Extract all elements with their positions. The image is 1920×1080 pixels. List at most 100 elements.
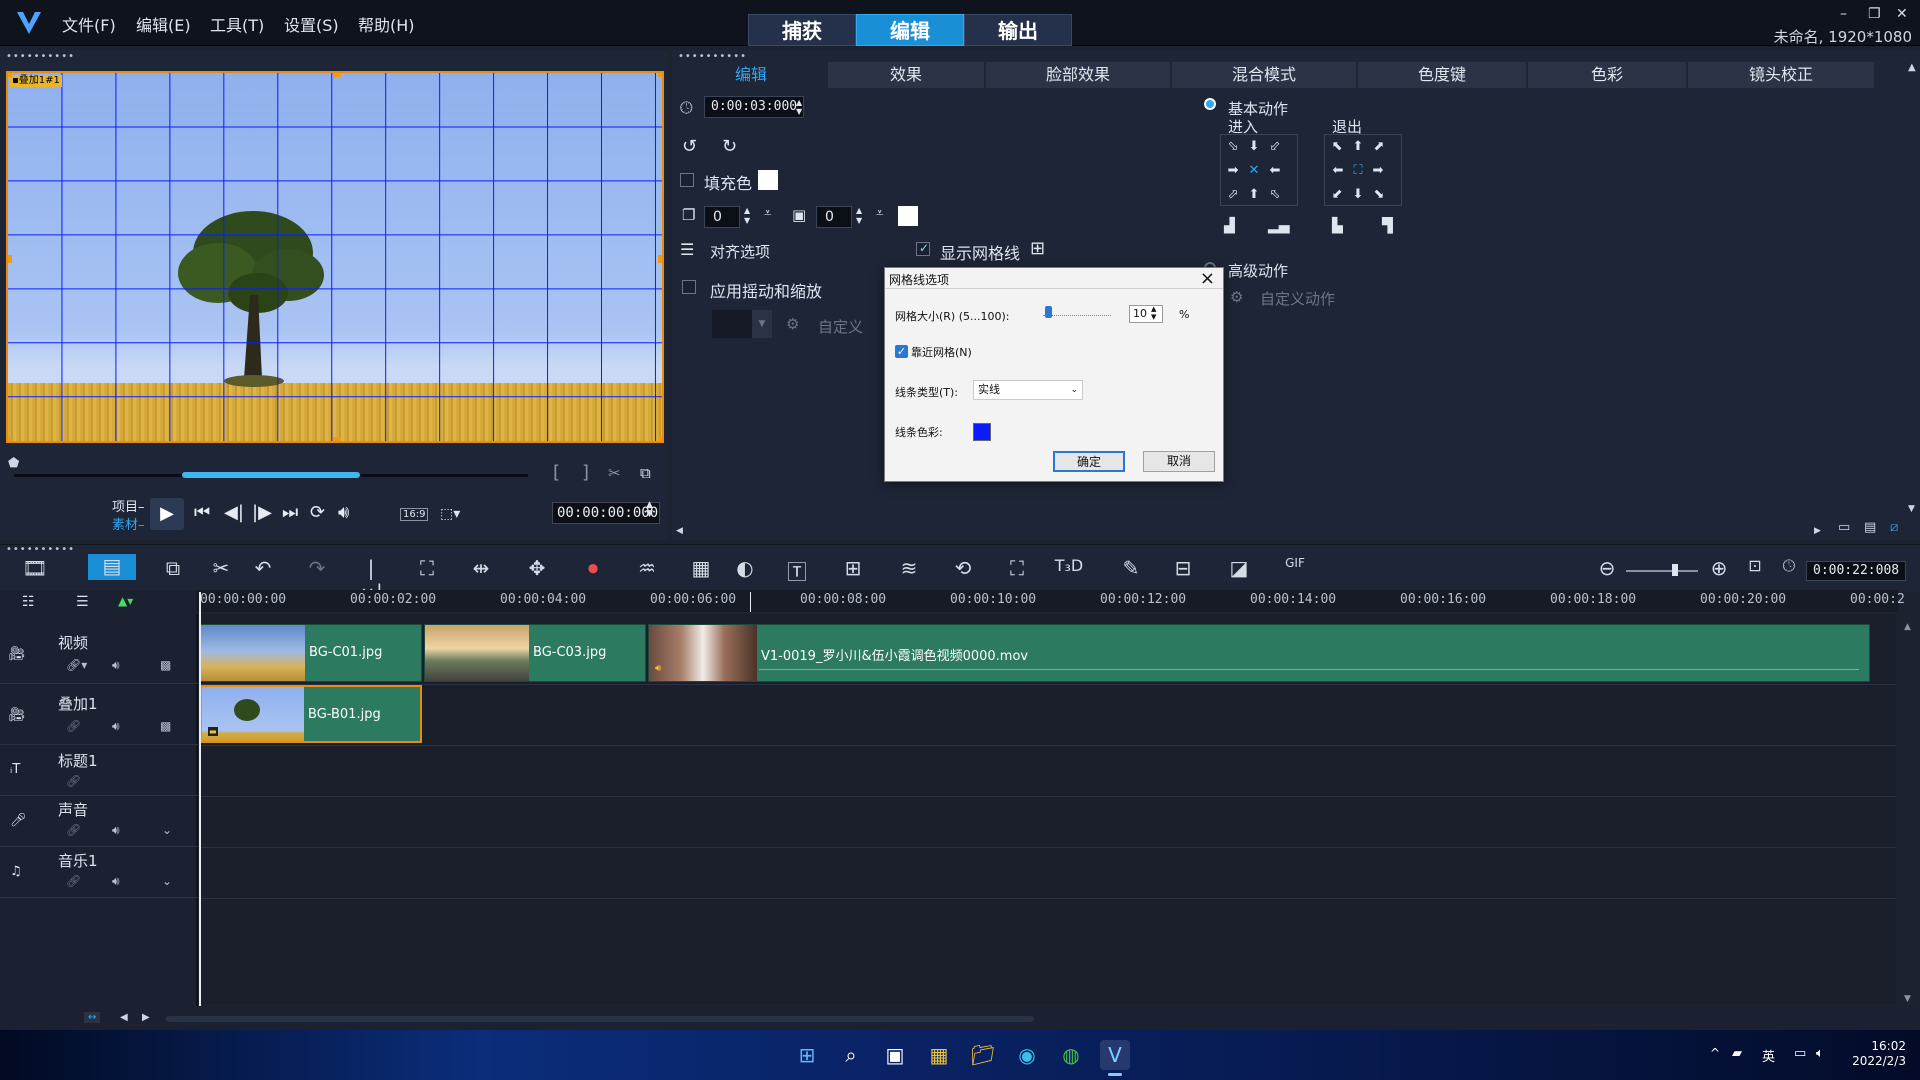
tab-capture[interactable]: 捕获	[748, 14, 856, 46]
crop-icon[interactable]: ⛶	[412, 556, 442, 580]
cancel-button[interactable]: 取消	[1143, 451, 1215, 472]
mute-icon[interactable]: 🔊︎	[112, 658, 120, 673]
green-app-icon[interactable]: ◍	[1056, 1040, 1086, 1070]
repeat-icon[interactable]: ⟳	[310, 502, 325, 523]
align-options-icon[interactable]: ☰	[680, 240, 694, 259]
pan-zoom-icon[interactable]: ⛶	[1002, 556, 1032, 580]
volume-icon[interactable]: 🔈︎	[1816, 1046, 1824, 1061]
video-clip[interactable]: 🔊︎ V1-0019_罗小川&伍小霞调色视频0000.mov	[648, 624, 1870, 682]
tray-chevron-icon[interactable]: ^	[1710, 1046, 1720, 1060]
ok-button[interactable]: 确定	[1053, 451, 1125, 472]
tab-chroma-key[interactable]: 色度键	[1358, 62, 1526, 88]
go-to-start-icon[interactable]: ⏮	[194, 502, 210, 523]
audio-mixer-icon[interactable]: ♒	[632, 556, 662, 580]
task-view-icon[interactable]: ▣	[880, 1040, 910, 1070]
fill-color-swatch[interactable]	[758, 170, 778, 190]
duration-field[interactable]: 0:00:03:000	[704, 96, 804, 118]
resize-handle[interactable]	[8, 73, 12, 77]
tray-device-icon[interactable]: ▰	[1732, 1046, 1742, 1061]
show-grid-checkbox[interactable]	[916, 241, 930, 256]
tab-color[interactable]: 色彩	[1528, 62, 1686, 88]
close-icon[interactable]: ×	[1200, 268, 1215, 289]
project-mode-label[interactable]: 项目–	[112, 496, 145, 515]
border-dropdown-icon[interactable]: ⩡	[764, 206, 771, 221]
previous-frame-icon[interactable]: ◀|	[224, 502, 244, 523]
track-header-title[interactable]: ᵢT 标题1 🔗︎	[0, 746, 198, 796]
enlarge-preview-icon[interactable]: ⧉	[640, 464, 651, 482]
trim-range[interactable]	[182, 472, 360, 478]
enter-direction-grid[interactable]: ⬂⬇⬃ ➡✕⬅ ⬀⬆⬁	[1220, 134, 1298, 206]
marker-icon[interactable]: ⬟	[8, 456, 19, 471]
multicam-icon[interactable]: ▦	[686, 556, 716, 580]
storyboard-view-icon[interactable]: 🎞︎	[20, 556, 50, 580]
rotate-icon[interactable]: ⟲	[948, 556, 978, 580]
scroll-down-icon[interactable]: ▼	[1908, 504, 1915, 514]
resize-handle[interactable]	[658, 255, 662, 263]
trim-icon[interactable]: ⇹	[466, 556, 496, 580]
resize-handle[interactable]	[333, 73, 341, 77]
store-icon[interactable]: ▦	[924, 1040, 954, 1070]
videostudio-app-icon[interactable]: V	[1100, 1040, 1130, 1070]
scroll-left-icon[interactable]: ◀	[676, 526, 683, 536]
redo-icon[interactable]: ↷	[302, 556, 332, 580]
resize-handle[interactable]	[8, 255, 12, 263]
rotate-left-icon[interactable]: ↺	[682, 136, 697, 157]
menu-file[interactable]: 文件(F)	[62, 12, 116, 36]
grid-size-input[interactable]: 10	[1129, 305, 1163, 323]
windows-start-icon[interactable]: ⊞	[792, 1040, 822, 1070]
go-to-end-icon[interactable]: ⏭	[282, 502, 298, 523]
stop-motion-icon[interactable]: ⊟	[1168, 556, 1198, 580]
menu-settings[interactable]: 设置(S)	[284, 12, 339, 36]
file-explorer-icon[interactable]: 📁︎	[968, 1040, 998, 1070]
resize-handle[interactable]	[8, 437, 12, 441]
timeline-view-icon[interactable]: ▤	[88, 554, 136, 580]
clip-mode-label[interactable]: 素材–	[112, 514, 145, 533]
link-icon[interactable]: 🔗︎▾	[66, 658, 87, 672]
resize-handle[interactable]	[333, 437, 341, 441]
input-language[interactable]: 英	[1762, 1046, 1775, 1065]
tab-edit[interactable]: 编辑	[856, 14, 964, 46]
snapshot-dropdown-icon[interactable]: ⬚▾	[440, 506, 460, 522]
zoom-out-icon[interactable]: ⊖	[1592, 556, 1622, 580]
minimize-icon[interactable]: –	[1840, 6, 1847, 22]
undo-icon[interactable]: ↶	[248, 556, 278, 580]
resize-handle[interactable]	[658, 73, 662, 77]
video-clip[interactable]: BG-C03.jpg	[424, 624, 646, 682]
timecode-stepper-icon[interactable]: ▲ ▼	[646, 501, 653, 519]
copy-attributes-icon[interactable]: ⧉	[158, 556, 188, 580]
tab-blend-mode[interactable]: 混合模式	[1172, 62, 1356, 88]
border-width-input[interactable]: 0	[816, 206, 852, 228]
panel-grip-icon[interactable]: ••••••••••	[6, 545, 75, 555]
grid-size-slider[interactable]	[1043, 314, 1111, 316]
paint-icon[interactable]: ✎	[1116, 556, 1146, 580]
chapter-icon[interactable]: ☰	[76, 594, 89, 610]
scroll-up-icon[interactable]: ▲	[1904, 622, 1911, 632]
scroll-down-icon[interactable]: ▼	[1904, 994, 1911, 1004]
fit-project-icon[interactable]: ⊡	[1740, 556, 1770, 575]
preview-timecode[interactable]: 00:00:00:000	[552, 502, 660, 524]
color-grading-icon[interactable]: ◪	[1224, 556, 1254, 580]
fit-track-icon[interactable]: ↔	[84, 1012, 101, 1023]
search-icon[interactable]: ⌕	[836, 1040, 866, 1070]
menu-edit[interactable]: 编辑(E)	[136, 12, 191, 36]
zoom-in-icon[interactable]: ⊕	[1704, 556, 1734, 580]
mute-icon[interactable]: 🔊︎	[112, 719, 120, 734]
view-mode-icon[interactable]: ▤	[1864, 520, 1876, 535]
grid-options-icon[interactable]: ⊞	[1030, 238, 1045, 259]
tab-lens-correction[interactable]: 镜头校正	[1688, 62, 1874, 88]
panel-grip-icon[interactable]: ••••••••••	[678, 52, 747, 62]
add-marker-icon[interactable]: ▲▾	[118, 594, 133, 608]
tab-share[interactable]: 输出	[964, 14, 1072, 46]
record-icon[interactable]: ⏺	[578, 556, 608, 580]
fill-color-checkbox[interactable]	[680, 173, 694, 187]
border-width-stepper-icon[interactable]: ▲ ▼	[856, 206, 862, 226]
zoom-slider-thumb[interactable]	[1672, 564, 1678, 576]
link-icon[interactable]: 🔗︎	[66, 774, 81, 788]
tab-effects[interactable]: 效果	[828, 62, 984, 88]
border-size-stepper-icon[interactable]: ▲ ▼	[744, 206, 750, 226]
scroll-left-icon[interactable]: ◀	[120, 1012, 128, 1023]
track-motion-icon[interactable]: ✥	[522, 556, 552, 580]
close-icon[interactable]: ✕	[1896, 6, 1908, 22]
tab-face-effects[interactable]: 脸部效果	[986, 62, 1170, 88]
horizontal-scrollbar[interactable]	[166, 1016, 1034, 1022]
